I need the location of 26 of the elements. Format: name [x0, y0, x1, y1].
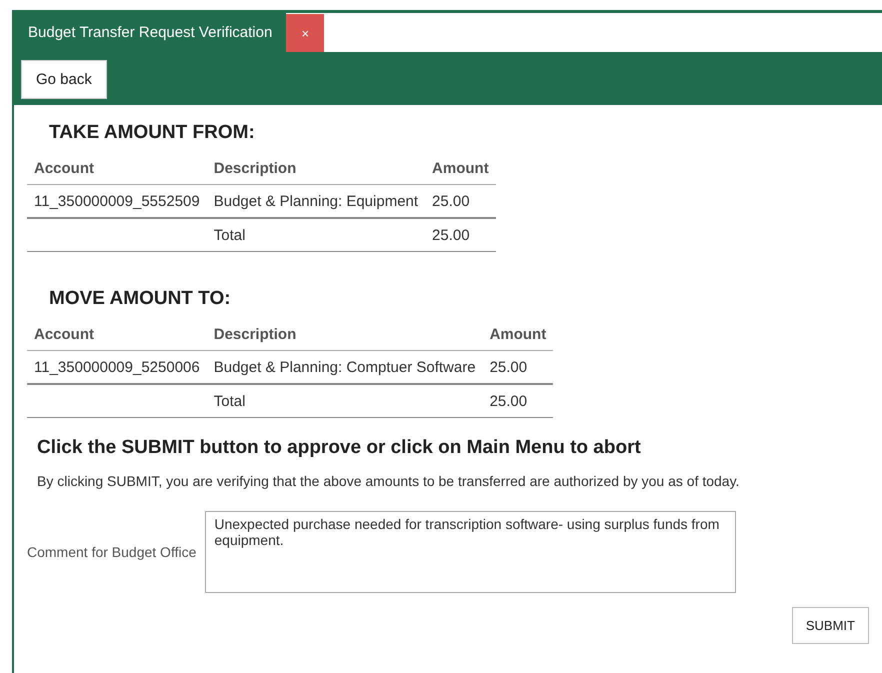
section-heading: MOVE AMOUNT TO: [48, 287, 231, 307]
total-label: Total [214, 227, 246, 244]
column-header: Account [34, 326, 94, 343]
table-cell: 25.00 [490, 359, 528, 376]
table-cell: 25.00 [432, 193, 470, 210]
go-back-button[interactable]: Go back [21, 60, 107, 99]
total-amount: 25.00 [490, 393, 528, 410]
section-heading: TAKE AMOUNT FROM: [48, 121, 255, 141]
column-header: Amount [490, 326, 546, 343]
table-cell: Budget & Planning: Comptuer Software [214, 359, 476, 376]
tab[interactable]: Budget Transfer Request Verification [14, 13, 286, 52]
column-header: Description [214, 326, 296, 343]
notice-text: By clicking SUBMIT, you are verifying that the above amounts to be transferred are authorized by you as of today. [37, 473, 740, 489]
table-cell: 11_350000009_5552509 [34, 193, 200, 210]
comment-field[interactable]: Unexpected purchase needed for transcription software- using surplus funds from equipment. [205, 511, 736, 593]
table-cell: Budget & Planning: Equipment [214, 193, 418, 210]
close-tab-button[interactable]: × [286, 14, 324, 52]
comment-label: Comment for Budget Office [27, 544, 198, 560]
instruction-heading: Click the SUBMIT button to approve or click on Main Menu to abort [37, 437, 642, 459]
column-header: Description [214, 160, 296, 177]
total-amount: 25.00 [432, 227, 470, 244]
total-label: Total [214, 393, 246, 410]
table-cell: 11_350000009_5250006 [34, 359, 200, 376]
submit-button[interactable]: SUBMIT [792, 607, 869, 644]
column-header: Account [34, 160, 94, 177]
column-header: Amount [432, 160, 489, 177]
